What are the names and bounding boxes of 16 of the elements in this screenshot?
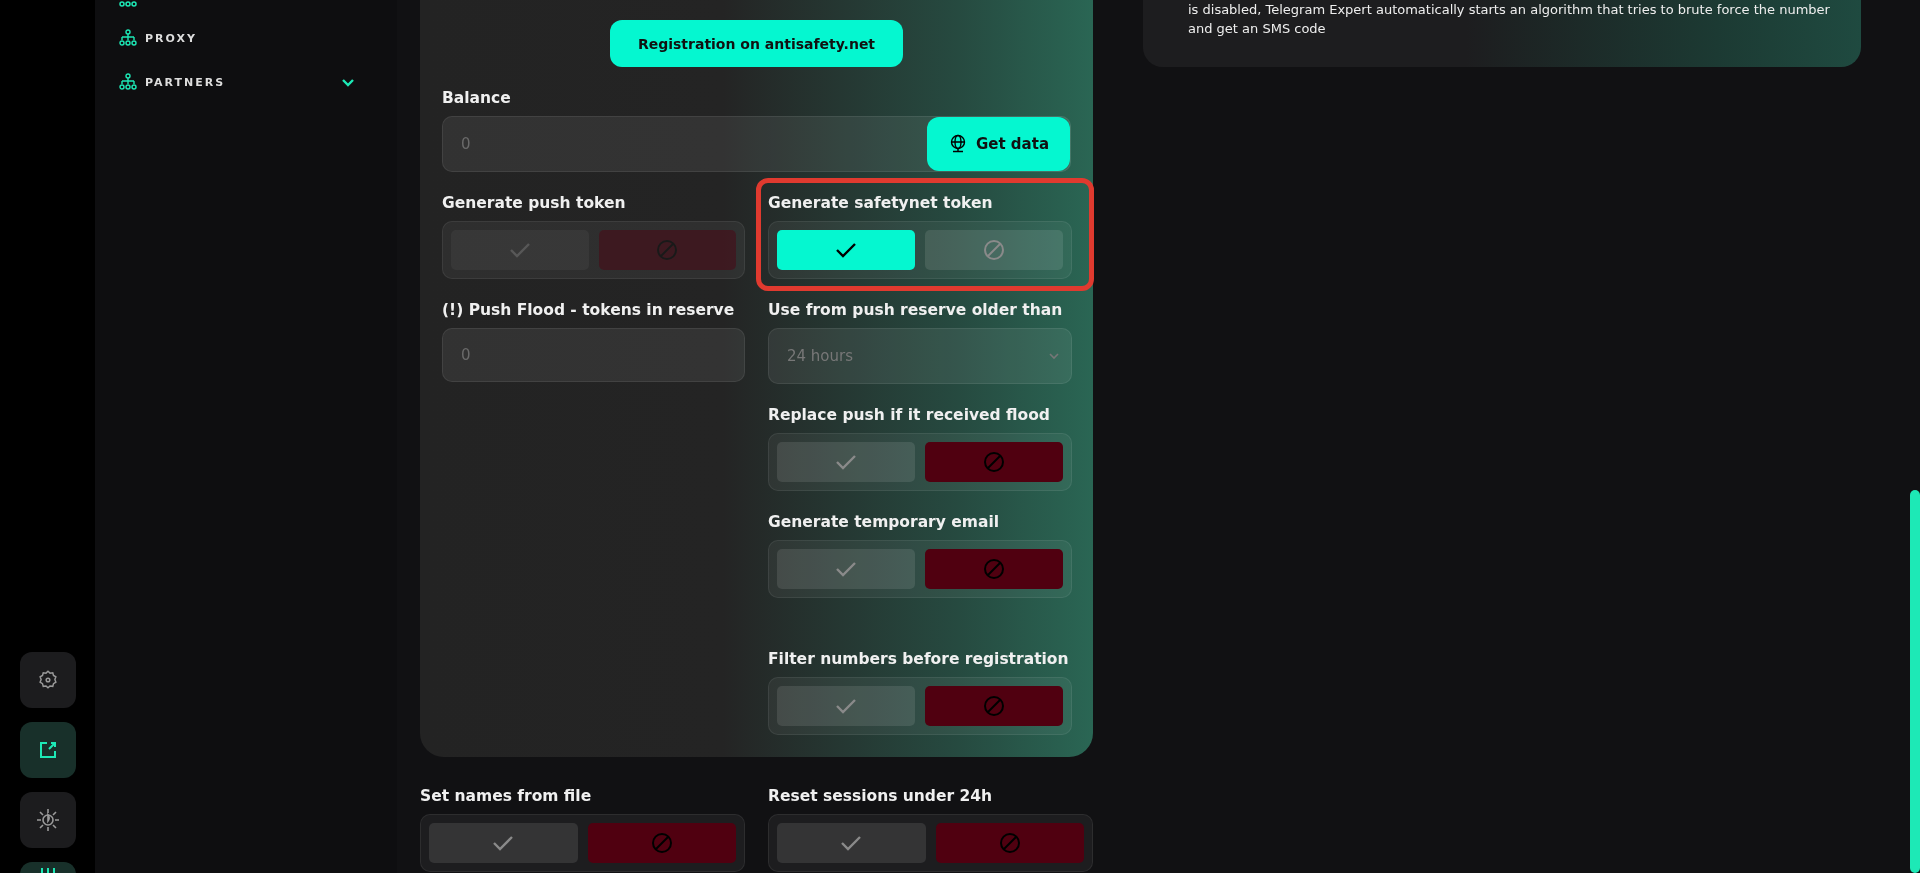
field-label: Generate push token [442,194,627,212]
get-data-button[interactable]: Get data [927,117,1070,171]
field-label: Set names from file [420,787,593,805]
field-label: Filter numbers before registration [768,650,1070,668]
field-label: Balance [442,89,512,107]
field-label: Generate safetynet token [768,194,994,212]
field-label: Replace push if it received flood [768,406,1051,424]
sidebar-item[interactable]: PROXY [119,16,355,60]
field-label: (!) Push Flood - tokens in reserve [442,301,736,319]
field-label: Use from push reserve older than [768,301,1064,319]
field-label: Generate temporary email [768,513,1001,531]
registration-button[interactable]: Registration on antisafety.net [609,20,904,67]
balance-field[interactable]: 0 Get data [442,116,1071,172]
info-text: is disabled, Telegram Expert automatically starts an algorithm that tries to brute force the number and get an SMS code [1188,1,1831,38]
field-label: Reset sessions under 24h [768,787,994,805]
sidebar-item[interactable]: PARTNERS [119,60,355,104]
